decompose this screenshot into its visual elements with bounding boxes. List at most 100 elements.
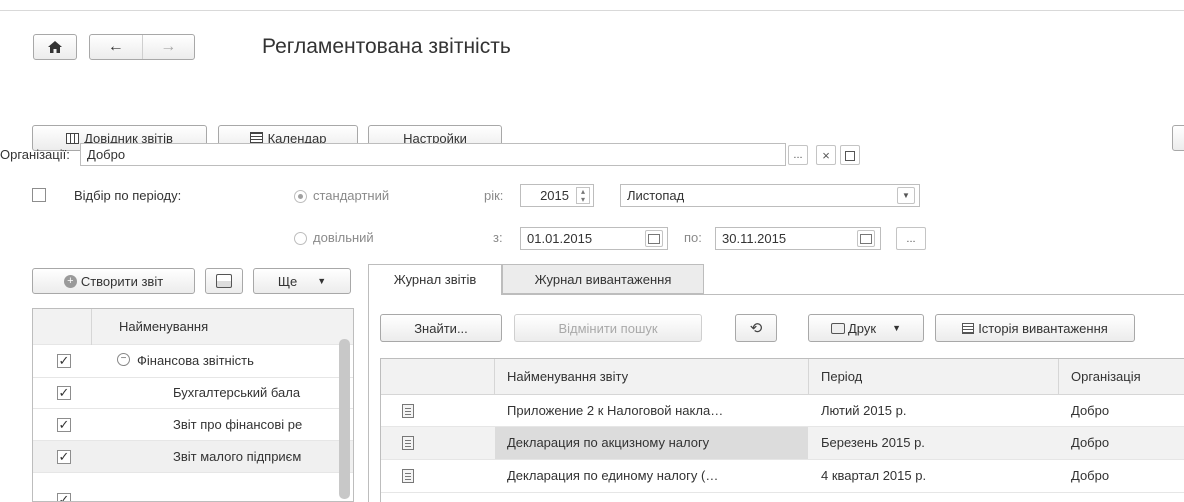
column-header-name[interactable]: Найменування звіту: [507, 369, 628, 384]
cancel-search-label: Відмінити пошук: [558, 320, 658, 336]
period-more-button[interactable]: ...: [896, 227, 926, 250]
period-filter-checkbox[interactable]: [32, 188, 46, 202]
create-report-label: Створити звіт: [80, 273, 164, 289]
tab-label: Журнал вивантаження: [534, 271, 672, 287]
tree-item-label: Звіт малого підприєм: [173, 449, 302, 464]
month-dropdown-button[interactable]: ▼: [897, 187, 915, 204]
arrow-left-icon: ←: [107, 38, 124, 55]
column-header-organization[interactable]: Організація: [1071, 369, 1141, 384]
report-name: Декларация по единому налогу (…: [507, 468, 719, 483]
report-name: Декларация по акцизному налогу: [507, 435, 710, 450]
row-checkbox[interactable]: ✓: [57, 386, 71, 400]
chevron-down-icon: ▼: [317, 276, 327, 286]
tree-item-label: Фінансова звітність: [137, 353, 254, 368]
to-date-value: 30.11.2015: [722, 231, 787, 246]
report-organization: Добро: [1071, 403, 1110, 418]
row-checkbox[interactable]: ✓: [57, 418, 71, 432]
print-button[interactable]: Друк ▼: [808, 314, 924, 342]
organization-field[interactable]: Добро: [80, 143, 786, 166]
cancel-search-button[interactable]: Відмінити пошук: [514, 314, 702, 342]
organization-clear-button[interactable]: ×: [816, 145, 836, 165]
chevron-down-icon: ▼: [892, 323, 901, 333]
create-report-button[interactable]: + Створити звіт: [32, 268, 195, 294]
table-row[interactable]: Декларация по единому налогу (… 4 кварта…: [381, 460, 1184, 493]
report-period: Березень 2015 р.: [821, 435, 925, 450]
tab-journal-reports[interactable]: Журнал звітів: [368, 264, 502, 294]
tree-row[interactable]: ✓ Звіт про фінансові ре: [33, 409, 353, 441]
journal-table: Найменування звіту Період Організація Пр…: [380, 358, 1184, 502]
custom-label: довільний: [313, 230, 374, 245]
left-tree-header: Найменування: [33, 309, 353, 345]
refresh-button[interactable]: ⟲: [735, 314, 777, 342]
list-icon: [962, 322, 975, 334]
row-checkbox[interactable]: ✓: [57, 450, 71, 464]
month-field[interactable]: Листопад: [620, 184, 920, 207]
header-divider: [808, 359, 809, 395]
organization-label: Організації:: [0, 147, 70, 162]
find-button[interactable]: Знайти...: [380, 314, 502, 342]
report-organization: Добро: [1071, 468, 1110, 483]
month-value: Листопад: [627, 188, 685, 203]
from-label: з:: [493, 230, 503, 245]
printer-icon: [831, 322, 845, 334]
year-stepper[interactable]: ▴ ▾: [576, 187, 590, 204]
report-name: Приложение 2 к Налоговой накла…: [507, 403, 724, 418]
from-date-value: 01.01.2015: [527, 231, 593, 246]
organization-choose-button[interactable]: ...: [788, 145, 808, 165]
print-label: Друк: [848, 320, 877, 336]
chevron-down-icon: ▼: [902, 191, 910, 200]
year-label: рік:: [484, 188, 504, 203]
export-history-label: Історія вивантаження: [978, 320, 1108, 336]
open-icon[interactable]: [840, 145, 860, 165]
nav-buttons: ← →: [89, 34, 195, 60]
active-tab-underline-gap: [369, 293, 501, 295]
upload-button[interactable]: [205, 268, 243, 294]
document-icon: [402, 436, 414, 450]
tree-row[interactable]: ✓: [33, 473, 353, 501]
home-button[interactable]: [33, 34, 77, 60]
home-icon: [48, 41, 62, 53]
top-divider: [0, 10, 1184, 11]
table-row[interactable]: Декларация по акцизному налогу Березень …: [381, 427, 1184, 460]
tree-row[interactable]: ✓ Звіт малого підприєм: [33, 441, 353, 473]
table-icon: [66, 132, 80, 144]
left-more-button[interactable]: Ще ▼: [253, 268, 351, 294]
left-scrollbar[interactable]: [339, 339, 350, 499]
to-label: по:: [684, 230, 702, 245]
page-title: Регламентована звітність: [262, 35, 511, 58]
find-label: Знайти...: [414, 320, 468, 336]
row-checkbox[interactable]: ✓: [57, 493, 71, 501]
period-filter-label: Відбір по періоду:: [74, 188, 182, 203]
standard-radio[interactable]: [294, 190, 307, 203]
journal-table-header: Найменування звіту Період Організація: [381, 359, 1184, 395]
refresh-icon: ⟲: [749, 320, 763, 337]
custom-radio[interactable]: [294, 232, 307, 245]
left-more-label: Ще: [277, 273, 298, 289]
back-button[interactable]: ←: [90, 35, 143, 59]
to-calendar-icon[interactable]: [857, 230, 875, 247]
tab-label: Журнал звітів: [393, 272, 477, 287]
tree-item-label: Звіт про фінансові ре: [173, 417, 303, 432]
header-divider: [91, 309, 92, 345]
column-header-period[interactable]: Період: [821, 369, 862, 384]
tab-journal-export[interactable]: Журнал вивантаження: [502, 264, 704, 294]
export-history-button[interactable]: Історія вивантаження: [935, 314, 1135, 342]
table-row[interactable]: Приложение 2 к Налоговой накла… Лютий 20…: [381, 395, 1184, 427]
year-value: 2015: [540, 188, 569, 203]
tree-row[interactable]: ✓ − Фінансова звітність: [33, 345, 353, 378]
printer-upload-icon: [216, 274, 232, 288]
arrow-right-icon: →: [160, 38, 177, 55]
report-period: Лютий 2015 р.: [821, 403, 907, 418]
row-checkbox[interactable]: ✓: [57, 354, 71, 368]
report-organization: Добро: [1071, 435, 1110, 450]
document-icon: [402, 404, 414, 418]
tree-item-label: Бухгалтерський бала: [173, 385, 301, 400]
forward-button[interactable]: →: [143, 35, 195, 59]
right-edge-button[interactable]: [1172, 125, 1184, 151]
header-divider: [1058, 359, 1059, 395]
from-calendar-icon[interactable]: [645, 230, 663, 247]
report-period: 4 квартал 2015 р.: [821, 468, 927, 483]
organization-value: Добро: [87, 147, 126, 162]
tree-row[interactable]: ✓ Бухгалтерський бала: [33, 378, 353, 409]
collapse-icon[interactable]: −: [117, 353, 130, 366]
